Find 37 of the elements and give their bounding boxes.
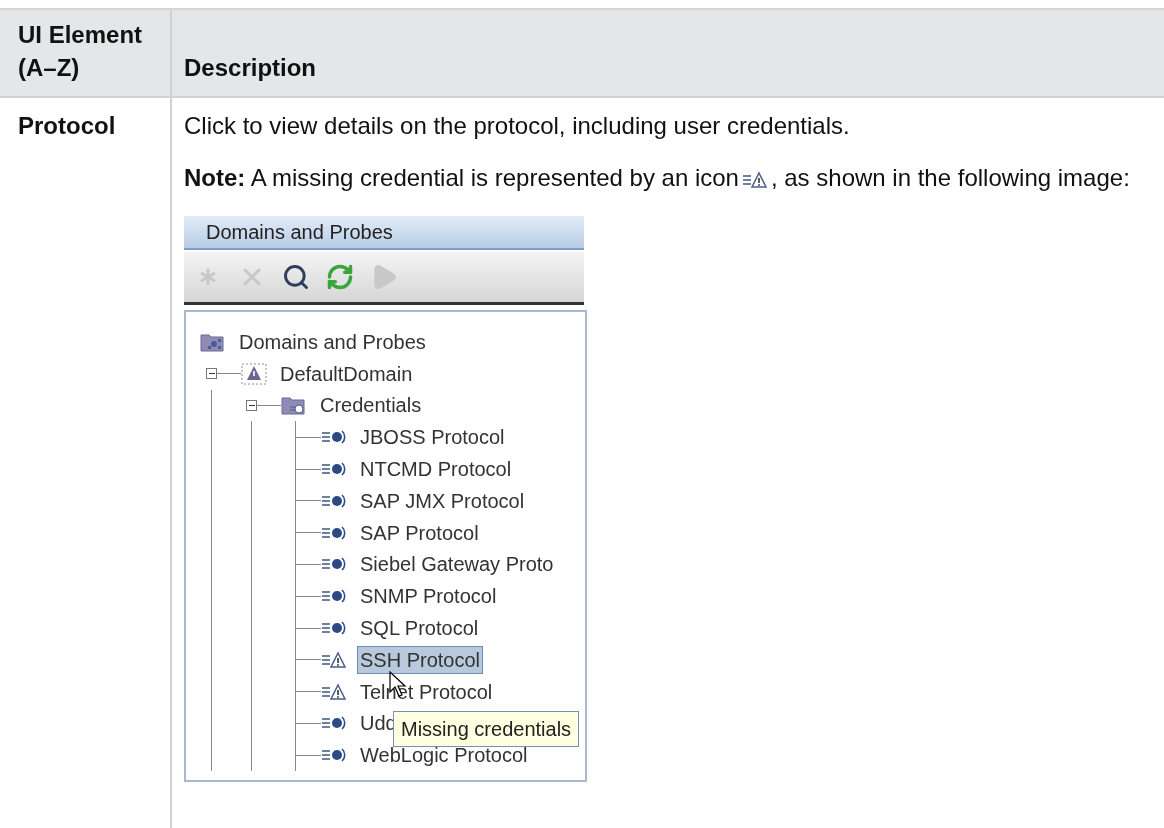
tooltip: Missing credentials — [393, 711, 580, 747]
search-icon[interactable] — [282, 263, 310, 291]
description-text: Click to view details on the protocol, including user credentials. — [184, 111, 851, 141]
protocol-signal-icon — [321, 428, 347, 447]
protocol-signal-icon — [321, 619, 347, 638]
tree-item[interactable]: DefaultDomain — [277, 359, 416, 388]
protocol-signal-icon — [321, 587, 347, 606]
domain-warning-icon — [241, 362, 267, 385]
warning-triangle-icon — [321, 682, 347, 701]
protocol-signal-icon — [321, 523, 347, 542]
tree-item[interactable]: Siebel Gateway Proto — [357, 550, 557, 579]
note-text: Note: A missing credential is represented by an icon — [184, 164, 739, 191]
tree-item[interactable]: SAP Protocol — [357, 518, 482, 547]
refresh-icon[interactable] — [326, 263, 354, 291]
table-cell: Protocol — [18, 112, 116, 139]
column-header: Description — [184, 53, 317, 83]
tree-item[interactable]: SNMP Protocol — [357, 582, 500, 611]
note-text: , as shown in the following image: — [770, 164, 1130, 191]
protocol-signal-icon — [321, 460, 347, 479]
protocol-signal-icon — [321, 491, 347, 510]
tree-item[interactable]: SAP JMX Protocol — [357, 486, 528, 515]
tree-item[interactable]: SSH Protocol — [357, 645, 484, 674]
tree-item[interactable]: Domains and Probes — [236, 327, 429, 356]
tree-item[interactable]: JBOSS Protocol — [357, 423, 508, 452]
protocol-signal-icon — [321, 746, 347, 765]
warning-triangle-icon — [741, 170, 768, 189]
warning-triangle-icon — [321, 650, 347, 669]
protocol-signal-icon — [321, 555, 347, 574]
column-header: UI Element (A–Z) — [18, 20, 144, 83]
protocol-signal-icon — [321, 714, 347, 733]
panel-title: Domains and Probes — [206, 220, 393, 245]
tree-item[interactable]: Credentials — [317, 391, 425, 420]
tree-item[interactable]: SQL Protocol — [357, 614, 482, 643]
collapse-toggle[interactable] — [206, 368, 217, 380]
folder-icon — [281, 394, 307, 417]
tree-item[interactable]: NTCMD Protocol — [357, 455, 515, 484]
collapse-toggle[interactable] — [246, 400, 257, 411]
